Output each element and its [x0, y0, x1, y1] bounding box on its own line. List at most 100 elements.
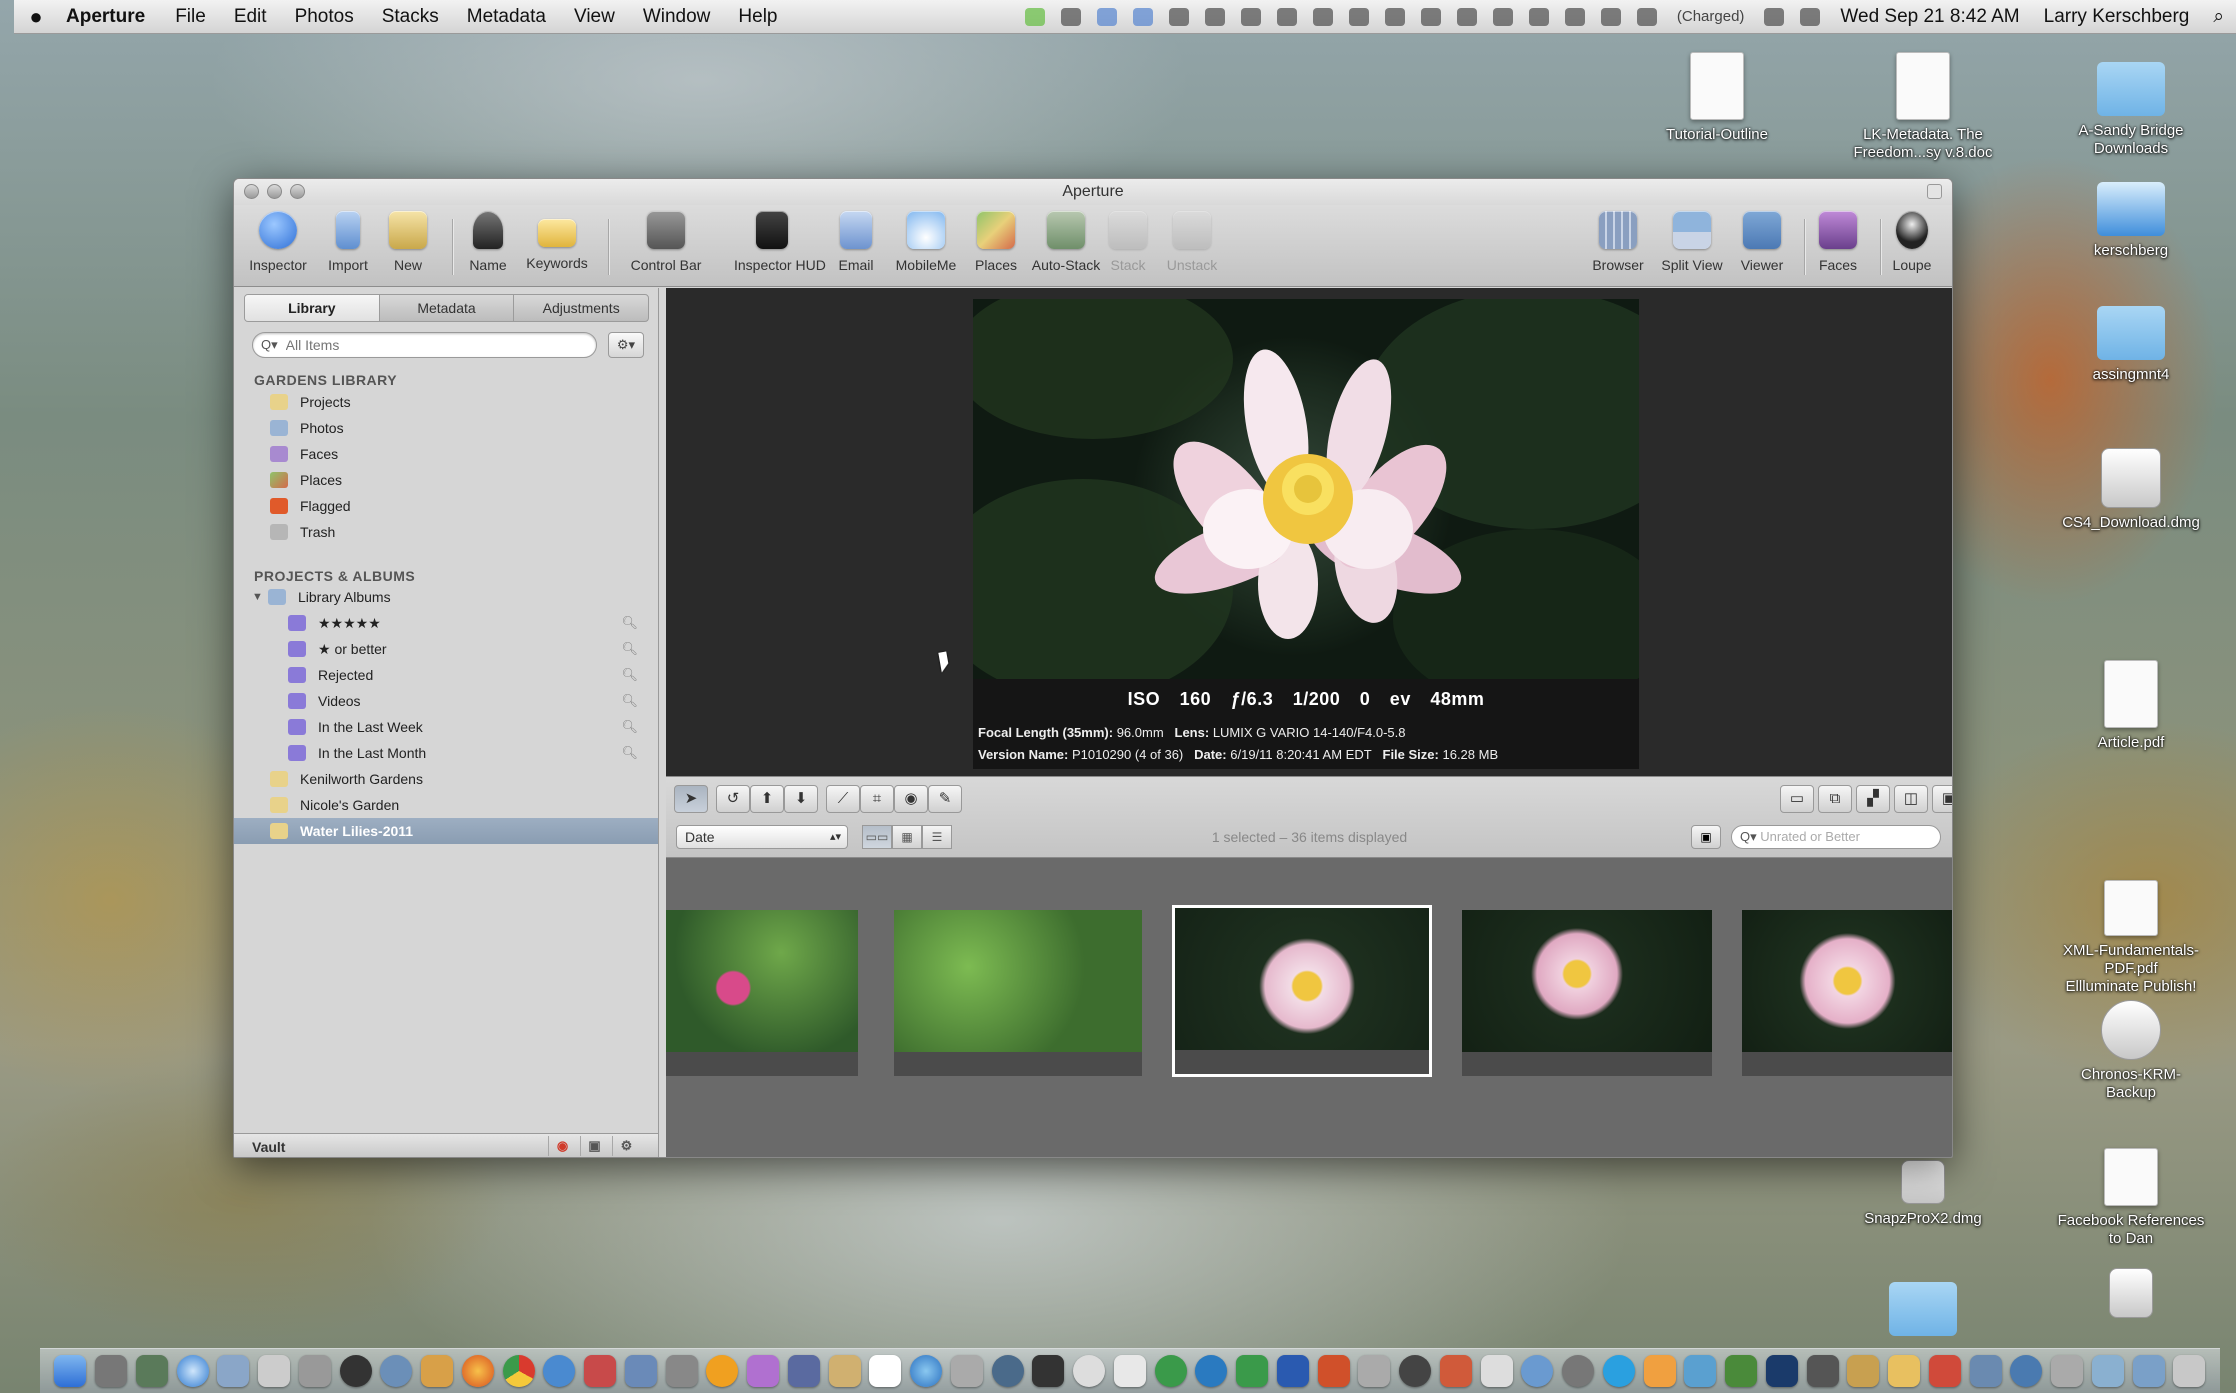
inspector-hud-button[interactable]: Inspector HUD [734, 211, 826, 273]
viewer-button[interactable]: Viewer [1724, 211, 1800, 273]
app-icon[interactable] [421, 1355, 454, 1387]
app-icon[interactable] [2010, 1355, 2043, 1387]
app-icon[interactable] [1643, 1355, 1676, 1387]
thumbnail[interactable] [1462, 910, 1712, 1076]
desktop-file-facebook-references[interactable]: Facebook References to Dan [2036, 1148, 2226, 1248]
vault-action-icon[interactable]: ⚙ [612, 1136, 640, 1156]
smart-settings-icon[interactable]: 🔍︎ [621, 693, 638, 709]
firefox-icon[interactable] [461, 1355, 494, 1387]
fullscreen-button[interactable] [1927, 184, 1942, 199]
app-icon[interactable] [298, 1355, 331, 1387]
app-icon[interactable] [991, 1355, 1024, 1387]
sidebar-item-places[interactable]: Places [234, 467, 658, 493]
wifi-icon[interactable] [1764, 7, 1785, 26]
status-app-icon[interactable] [1492, 7, 1513, 26]
volume-icon[interactable] [1800, 7, 1821, 26]
smart-settings-icon[interactable]: 🔍︎ [621, 719, 638, 735]
metadata-overlay-button[interactable]: ▞ [1856, 785, 1890, 813]
minimize-button[interactable] [267, 184, 282, 199]
dreamweaver-icon[interactable] [1725, 1355, 1758, 1387]
sidebar-item-projects[interactable]: Projects [234, 389, 658, 415]
sidebar-item-project-kenilworth[interactable]: Kenilworth Gardens [234, 766, 658, 792]
app-icon[interactable] [1358, 1355, 1391, 1387]
vault-update-icon[interactable]: ◉ [548, 1136, 576, 1156]
split-view-button[interactable]: Split View [1654, 211, 1730, 273]
desktop-disk-partial[interactable] [2036, 1268, 2226, 1318]
desktop-file-cs4-download[interactable]: CS4_Download.dmg [2036, 448, 2226, 532]
apple-menu-icon[interactable]: ● [14, 4, 58, 30]
lift-tool-button[interactable]: ⬆ [750, 785, 784, 813]
status-app-icon[interactable] [1384, 7, 1405, 26]
secondary-viewer-button[interactable]: ⧉ [1818, 785, 1852, 813]
status-app-icon[interactable] [1204, 7, 1225, 26]
desktop-folder-partial[interactable] [1828, 1272, 2018, 1336]
photoshop-icon[interactable] [1765, 1355, 1798, 1387]
places-button[interactable]: Places [958, 211, 1034, 273]
status-app-icon[interactable] [1240, 7, 1261, 26]
library-action-button[interactable]: ⚙▾ [608, 332, 644, 358]
rating-filter-search[interactable]: Q▾ Unrated or Better [1731, 825, 1941, 849]
status-app-icon[interactable] [1312, 7, 1333, 26]
unstack-button[interactable]: Unstack [1154, 211, 1230, 273]
menubar-clock[interactable]: Wed Sep 21 8:42 AM [1840, 6, 2019, 28]
thumbnail[interactable] [894, 910, 1142, 1076]
app-icon[interactable] [95, 1355, 128, 1387]
app-icon[interactable] [1154, 1355, 1187, 1387]
app-icon[interactable] [584, 1355, 617, 1387]
name-button[interactable]: Name [450, 211, 526, 273]
app-icon[interactable] [624, 1355, 657, 1387]
library-search-input[interactable] [285, 337, 566, 353]
desktop-folder-assingmnt4[interactable]: assingmnt4 [2036, 296, 2226, 384]
status-app-icon[interactable] [1348, 7, 1369, 26]
menu-view[interactable]: View [574, 6, 615, 28]
app-icon[interactable] [258, 1355, 291, 1387]
browser-button[interactable]: Browser [1580, 211, 1656, 273]
app-icon[interactable] [828, 1355, 861, 1387]
thumbnail[interactable] [666, 910, 858, 1076]
app-icon[interactable] [787, 1355, 820, 1387]
sidebar-item-trash[interactable]: Trash [234, 519, 658, 545]
finder-icon[interactable] [54, 1355, 87, 1387]
menu-edit[interactable]: Edit [234, 6, 267, 28]
viewer-mode-button[interactable]: ▭ [1780, 785, 1814, 813]
smart-settings-icon[interactable]: 🔍︎ [621, 641, 638, 657]
app-icon[interactable] [1847, 1355, 1880, 1387]
app-icon[interactable] [1928, 1355, 1961, 1387]
disclosure-triangle-icon[interactable]: ▼ [252, 591, 263, 603]
sidebar-item-album-videos[interactable]: Videos 🔍︎ [234, 688, 658, 714]
app-icon[interactable] [1969, 1355, 2002, 1387]
tab-library[interactable]: Library [245, 295, 380, 321]
tab-metadata[interactable]: Metadata [380, 295, 515, 321]
app-icon[interactable] [1562, 1355, 1595, 1387]
sidebar-item-library-albums[interactable]: ▼ Library Albums [234, 584, 658, 610]
image-viewer[interactable]: ISO 160 ƒ/6.3 1/200 0 ev 48mm Focal Leng… [666, 288, 1952, 776]
safari-icon[interactable] [176, 1355, 209, 1387]
sidebar-item-album-last-month[interactable]: In the Last Month 🔍︎ [234, 740, 658, 766]
red-eye-tool-button[interactable]: ◉ [894, 785, 928, 813]
app-icon[interactable] [1439, 1355, 1472, 1387]
battery-icon[interactable] [1636, 7, 1657, 26]
desktop-file-chronos-backup[interactable]: Chronos-KRM- Backup [2036, 1000, 2226, 1102]
menubar-user[interactable]: Larry Kerschberg [2044, 6, 2190, 28]
calendar-icon[interactable] [869, 1355, 902, 1387]
menu-window[interactable]: Window [643, 6, 711, 28]
smart-settings-icon[interactable]: 🔍︎ [621, 745, 638, 761]
sidebar-item-project-water-lilies[interactable]: Water Lilies-2011 [234, 818, 658, 844]
app-icon[interactable] [665, 1355, 698, 1387]
bluetooth-icon[interactable] [1600, 7, 1621, 26]
powerpoint-icon[interactable] [1317, 1355, 1350, 1387]
crop-tool-button[interactable]: ⌗ [860, 785, 894, 813]
app-icon[interactable] [339, 1355, 372, 1387]
menu-metadata[interactable]: Metadata [467, 6, 546, 28]
new-button[interactable]: New [370, 211, 446, 273]
app-icon[interactable] [1806, 1355, 1839, 1387]
sidebar-item-faces[interactable]: Faces [234, 441, 658, 467]
status-app-icon[interactable] [1060, 7, 1081, 26]
chrome-icon[interactable] [502, 1355, 535, 1387]
status-app-icon[interactable] [1132, 7, 1153, 26]
status-app-icon[interactable] [1024, 7, 1045, 26]
filmstrip-browser[interactable] [666, 858, 1952, 1157]
app-icon[interactable] [2132, 1355, 2165, 1387]
app-icon[interactable] [1888, 1355, 1921, 1387]
full-screen-button[interactable]: ▣ [1932, 785, 1952, 813]
